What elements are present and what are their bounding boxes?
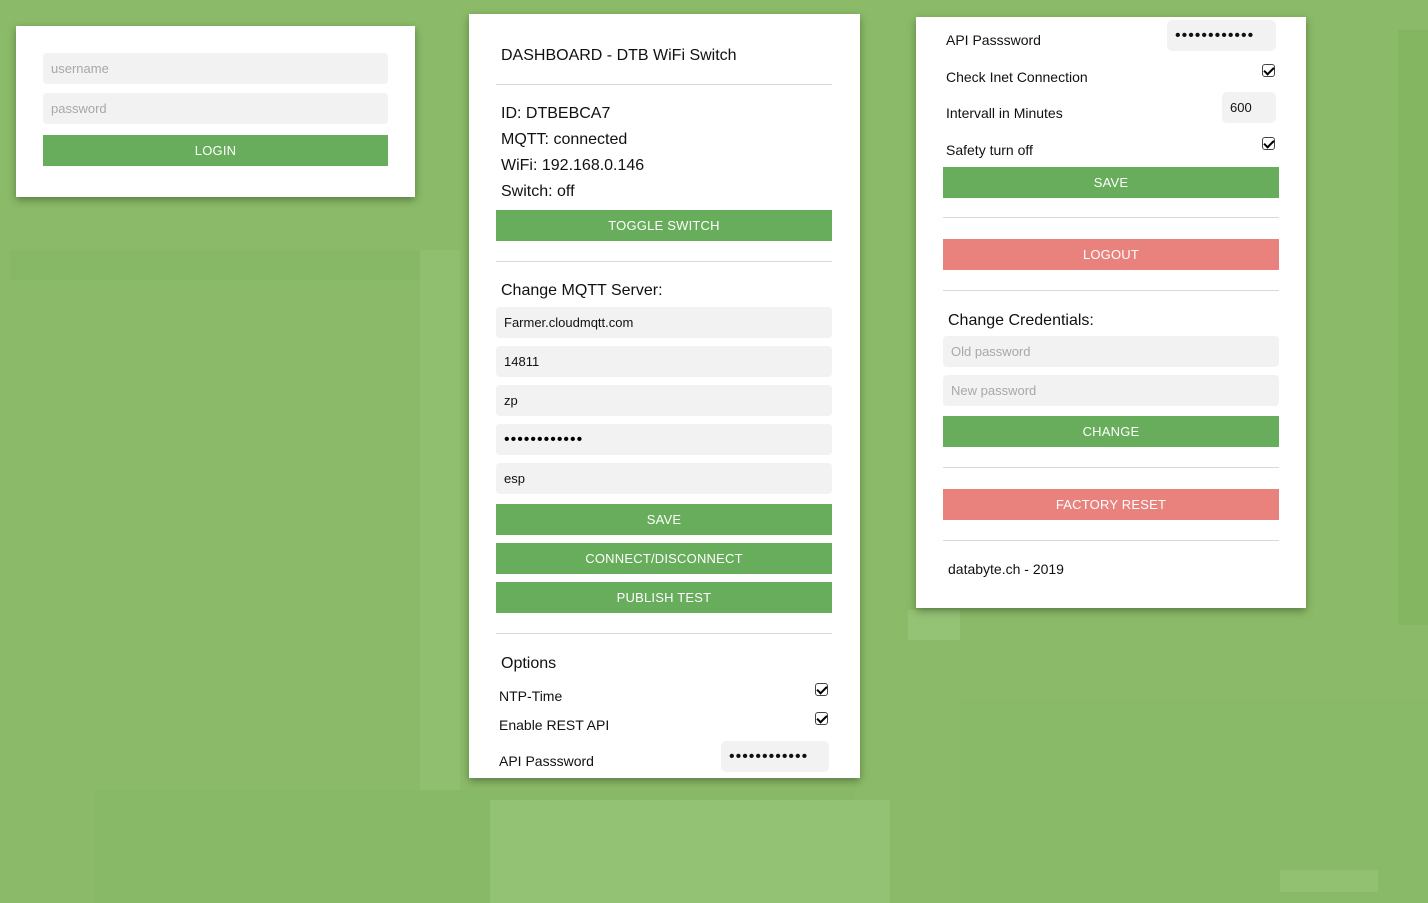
divider [943, 540, 1279, 541]
safety-turn-off-label: Safety turn off [946, 142, 1033, 158]
credentials-heading: Change Credentials: [948, 312, 1094, 329]
device-id: ID: DTBEBCA7 [501, 105, 611, 122]
divider [496, 84, 832, 85]
save-options-button[interactable]: SAVE [943, 167, 1279, 198]
save-mqtt-button[interactable]: SAVE [496, 504, 832, 535]
divider [943, 217, 1279, 218]
divider [496, 261, 832, 262]
api-password-label: API Passsword [499, 753, 594, 769]
logout-button[interactable]: LOGOUT [943, 239, 1279, 270]
password-input[interactable] [43, 93, 388, 124]
publish-test-button[interactable]: PUBLISH TEST [496, 582, 832, 613]
login-button[interactable]: LOGIN [43, 135, 388, 166]
mqtt-topic-input[interactable] [496, 463, 832, 494]
mqtt-status: MQTT: connected [501, 131, 628, 148]
api-password-input[interactable] [1167, 20, 1276, 51]
new-password-input[interactable] [943, 375, 1279, 406]
check-inet-label: Check Inet Connection [946, 69, 1088, 85]
footer-text: databyte.ch - 2019 [948, 561, 1064, 577]
divider [943, 467, 1279, 468]
mqtt-password-input[interactable] [496, 424, 832, 455]
switch-status: Switch: off [501, 183, 575, 200]
safety-turn-off-checkbox[interactable] [1262, 137, 1275, 150]
api-password-label: API Passsword [946, 32, 1041, 48]
mqtt-port-input[interactable] [496, 346, 832, 377]
page-title: DASHBOARD - DTB WiFi Switch [501, 47, 737, 64]
wifi-status: WiFi: 192.168.0.146 [501, 157, 645, 174]
connect-disconnect-button[interactable]: CONNECT/DISCONNECT [496, 543, 832, 574]
username-input[interactable] [43, 53, 388, 84]
interval-input[interactable] [1222, 92, 1276, 123]
check-inet-checkbox[interactable] [1262, 64, 1275, 77]
enable-rest-label: Enable REST API [499, 717, 610, 733]
interval-label: Intervall in Minutes [946, 105, 1063, 121]
login-card: LOGIN [16, 26, 415, 197]
change-credentials-button[interactable]: CHANGE [943, 416, 1279, 447]
divider [943, 290, 1279, 291]
enable-rest-checkbox[interactable] [815, 712, 828, 725]
divider [496, 633, 832, 634]
toggle-switch-button[interactable]: TOGGLE SWITCH [496, 210, 832, 241]
mqtt-server-input[interactable] [496, 307, 832, 338]
ntp-time-label: NTP-Time [499, 688, 563, 704]
settings-card: API Passsword Check Inet Connection Inte… [916, 17, 1306, 608]
ntp-time-checkbox[interactable] [815, 683, 828, 696]
api-password-input[interactable] [721, 741, 829, 772]
options-heading: Options [501, 655, 557, 672]
mqtt-user-input[interactable] [496, 385, 832, 416]
dashboard-card: DASHBOARD - DTB WiFi Switch ID: DTBEBCA7… [469, 14, 860, 778]
factory-reset-button[interactable]: FACTORY RESET [943, 489, 1279, 520]
old-password-input[interactable] [943, 336, 1279, 367]
mqtt-heading: Change MQTT Server: [501, 282, 663, 299]
